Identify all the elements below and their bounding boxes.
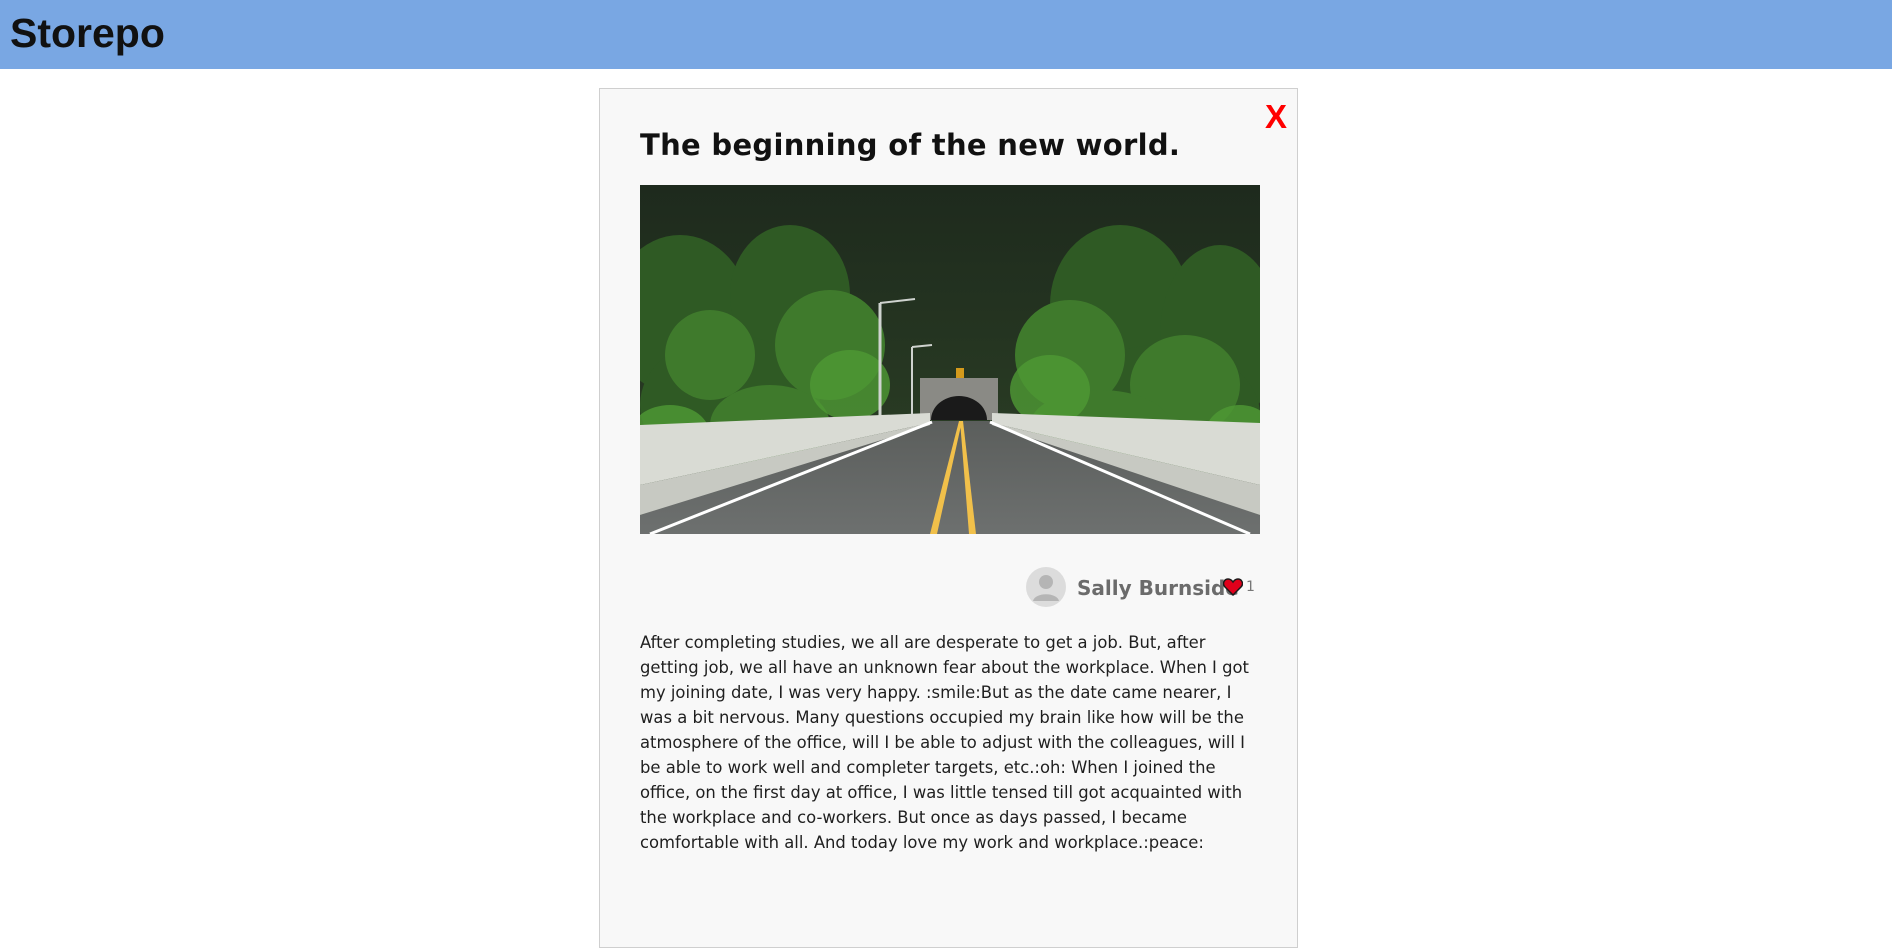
story-modal: X The beginning of the new world. Sally … [599, 88, 1298, 948]
top-navbar: Storepo [0, 0, 1892, 69]
user-avatar-icon[interactable] [1026, 567, 1066, 607]
story-title: The beginning of the new world. [640, 128, 1181, 162]
story-image [640, 185, 1260, 534]
brand-logo[interactable]: Storepo [10, 10, 165, 56]
story-body: After completing studies, we all are des… [640, 633, 1249, 852]
author-name[interactable]: Sally Burnside [1077, 575, 1239, 601]
close-button[interactable]: X [1265, 99, 1287, 135]
like-count: 1 [1246, 579, 1255, 595]
heart-icon[interactable] [1223, 578, 1243, 596]
author-row: Sally Burnside 1 [640, 567, 1260, 607]
